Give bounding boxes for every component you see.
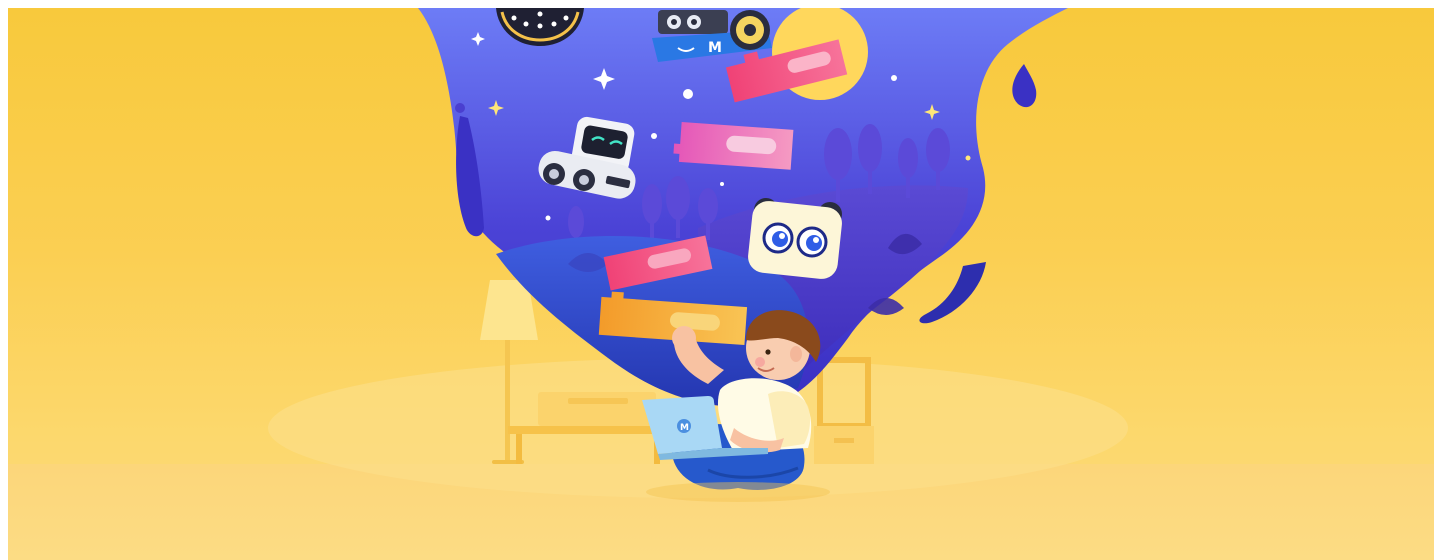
right-drip [1012, 64, 1037, 108]
hero-banner: M M [8, 8, 1434, 560]
code-block-magenta [673, 122, 794, 170]
page-frame: M M [0, 0, 1434, 560]
panda-robot [748, 198, 842, 279]
banner-illustration: M M [8, 8, 1434, 560]
svg-text:M: M [680, 423, 689, 433]
left-drop [455, 103, 465, 113]
right-splash-tail [919, 262, 986, 324]
boy-shadow [646, 482, 830, 502]
robot-panel-letter: M [708, 40, 722, 56]
